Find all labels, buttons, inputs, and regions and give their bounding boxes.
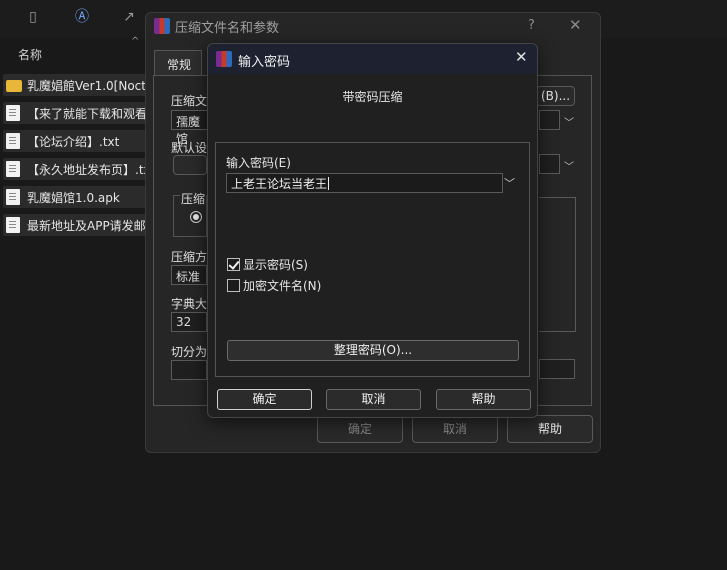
encrypt-names-checkbox[interactable] bbox=[227, 279, 240, 292]
default-settings-label: 默认设 bbox=[171, 141, 208, 155]
close-icon[interactable]: ✕ bbox=[569, 16, 582, 34]
help-button[interactable]: 帮助 bbox=[436, 389, 531, 410]
document-icon bbox=[6, 105, 20, 121]
archive-help-button[interactable]: 帮助 bbox=[507, 415, 593, 443]
file-name: 【来了就能下载和观看 bbox=[27, 107, 148, 121]
archive-cancel-button[interactable]: 取消 bbox=[412, 415, 498, 443]
share-icon[interactable]: ↗ bbox=[120, 8, 138, 26]
file-row[interactable]: 乳魔娼館Ver1.0[Noctu bbox=[3, 74, 153, 96]
archive-params-title: 压缩文件名和参数 bbox=[175, 21, 280, 36]
copy-icon[interactable]: ▯ bbox=[24, 8, 42, 26]
split-unit-field[interactable] bbox=[539, 359, 575, 379]
password-dialog-subtitle: 带密码压缩 bbox=[342, 90, 403, 104]
document-icon bbox=[6, 189, 20, 205]
archive-ok-button[interactable]: 确定 bbox=[317, 415, 403, 443]
chevron-down-icon[interactable]: ﹀ bbox=[564, 114, 574, 129]
help-icon[interactable]: ? bbox=[528, 18, 535, 33]
password-input[interactable]: 上老王论坛当老王 bbox=[226, 173, 503, 193]
file-row[interactable]: 最新地址及APP请发邮 bbox=[3, 214, 153, 236]
password-dialog-title: 输入密码 bbox=[238, 55, 291, 70]
file-name: 【论坛介绍】.txt bbox=[27, 135, 120, 149]
folder-icon bbox=[6, 80, 22, 92]
sort-chevron-icon: ^ bbox=[131, 36, 140, 47]
show-password-checkbox[interactable] bbox=[227, 258, 240, 271]
file-name: 乳魔娼館Ver1.0[Noctu bbox=[27, 79, 153, 93]
rename-icon[interactable]: Ⓐ bbox=[73, 8, 91, 26]
document-icon bbox=[6, 133, 20, 149]
options-group bbox=[539, 197, 576, 332]
password-label: 输入密码(E) bbox=[226, 156, 291, 170]
method-label: 压缩方 bbox=[171, 250, 208, 264]
archive-name-field-end[interactable] bbox=[539, 110, 560, 130]
file-name: 乳魔娼馆1.0.apk bbox=[27, 191, 120, 205]
split-field[interactable] bbox=[171, 360, 207, 380]
chevron-down-icon[interactable]: ﹀ bbox=[504, 175, 515, 191]
file-row[interactable]: 【永久地址发布页】.tx bbox=[3, 158, 153, 180]
chevron-down-icon[interactable]: ﹀ bbox=[564, 158, 574, 173]
password-value: 上老王论坛当老王 bbox=[231, 177, 328, 191]
column-name-label: 名称 bbox=[18, 48, 43, 62]
document-icon bbox=[6, 217, 20, 233]
archive-format-label: 压缩 bbox=[180, 190, 207, 207]
ok-button[interactable]: 确定 bbox=[217, 389, 312, 410]
file-row[interactable]: 乳魔娼馆1.0.apk bbox=[3, 186, 153, 208]
archive-name-label: 压缩文 bbox=[171, 94, 208, 108]
file-row[interactable]: 【来了就能下载和观看 bbox=[3, 102, 153, 124]
encrypt-names-option[interactable]: 加密文件名(N) bbox=[227, 277, 321, 294]
file-name: 【永久地址发布页】.tx bbox=[27, 163, 151, 177]
split-label: 切分为 bbox=[171, 345, 208, 359]
format-radio[interactable] bbox=[190, 211, 202, 223]
text-caret bbox=[328, 177, 330, 190]
file-row[interactable]: 【论坛介绍】.txt bbox=[3, 130, 153, 152]
dictionary-label: 字典大 bbox=[171, 297, 208, 311]
encrypt-names-label: 加密文件名(N) bbox=[243, 279, 322, 293]
cancel-button[interactable]: 取消 bbox=[326, 389, 421, 410]
show-password-option[interactable]: 显示密码(S) bbox=[227, 256, 308, 273]
file-name: 最新地址及APP请发邮 bbox=[27, 219, 146, 233]
dictionary-select[interactable]: 32 bbox=[171, 312, 207, 332]
document-icon bbox=[6, 161, 20, 177]
update-mode-field[interactable] bbox=[539, 154, 560, 174]
winrar-icon bbox=[216, 51, 232, 67]
tab-general[interactable]: 常规 bbox=[154, 50, 202, 76]
profiles-button[interactable] bbox=[173, 155, 207, 175]
show-password-label: 显示密码(S) bbox=[243, 258, 308, 272]
organize-passwords-button[interactable]: 整理密码(O)... bbox=[227, 340, 519, 361]
browse-button[interactable]: (B)... bbox=[536, 86, 575, 106]
winrar-icon bbox=[154, 18, 170, 34]
method-select[interactable]: 标准 bbox=[171, 265, 207, 285]
close-icon[interactable]: ✕ bbox=[515, 48, 528, 66]
